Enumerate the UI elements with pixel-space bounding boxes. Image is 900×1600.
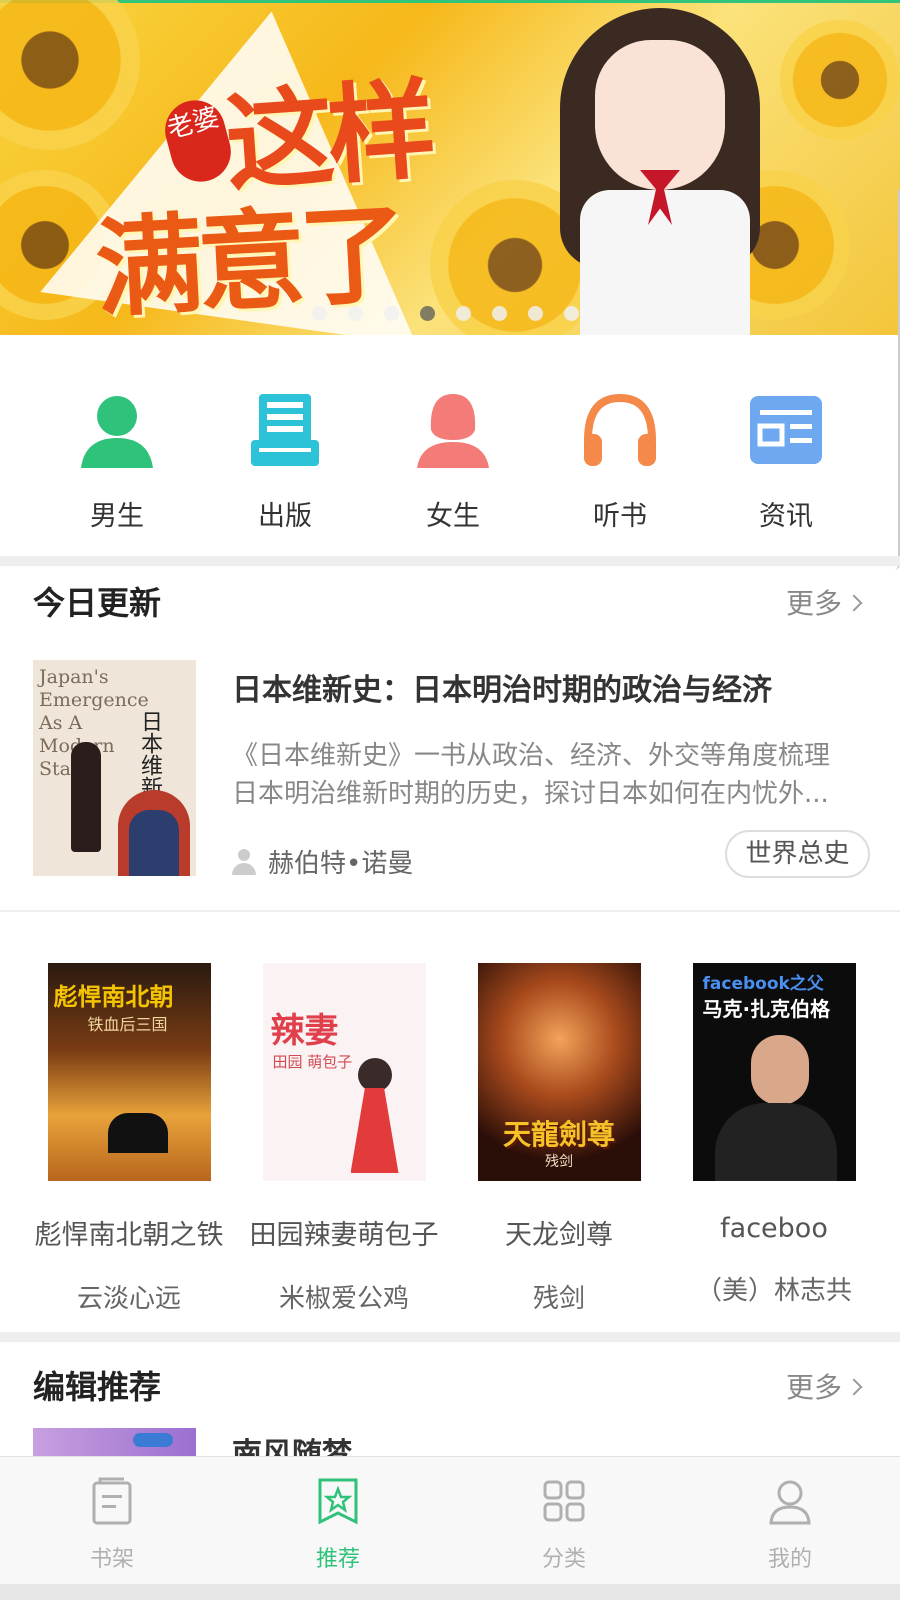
headphones-icon — [580, 390, 660, 470]
book-card[interactable]: facebook之父 马克·扎克伯格 faceboo （美）林志共 — [667, 963, 881, 1307]
editor-more-link[interactable]: 更多 — [785, 1366, 863, 1406]
section-title-today: 今日更新 — [33, 584, 162, 622]
bottom-tab-bar: 书架 推荐 分类 我的 — [0, 1456, 900, 1584]
female-user-icon — [413, 390, 493, 470]
book-card[interactable]: 天龍劍尊 残剑 天龙剑尊 残剑 — [452, 963, 666, 1315]
promo-banner[interactable]: 老婆 这样 满意了 — [0, 0, 900, 335]
book-title: 彪悍南北朝之铁 — [34, 1220, 224, 1251]
profile-icon — [768, 1477, 812, 1525]
book-title: faceboo — [720, 1213, 828, 1244]
cover-portrait-face — [750, 1035, 809, 1105]
cover-figure — [129, 810, 179, 876]
category-label: 资讯 — [759, 501, 813, 532]
category-label: 听书 — [593, 501, 647, 532]
category-label: 出版 — [258, 501, 312, 532]
tab-label: 分类 — [541, 1547, 586, 1572]
book-author: （美）林志共 — [695, 1276, 852, 1306]
author-icon — [232, 848, 256, 875]
cover-subtitle-text: 残剑 — [545, 1154, 573, 1170]
more-label: 更多 — [785, 587, 842, 620]
cover-title-text: facebook之父 — [702, 974, 824, 994]
sunflower-decoration — [780, 20, 900, 140]
cover-character-dress — [350, 1088, 399, 1173]
book-card[interactable]: 彪悍南北朝 铁血后三国 彪悍南北朝之铁 云淡心远 — [22, 963, 236, 1315]
cover-subtitle-text: 铁血后三国 — [87, 1015, 168, 1034]
book-cover[interactable]: facebook之父 马克·扎克伯格 — [692, 963, 856, 1181]
cover-title-text: 彪悍南北朝 — [53, 983, 174, 1011]
cover-character-head — [357, 1058, 392, 1092]
featured-book-title[interactable]: 日本维新史：日本明治时期的政治与经济 — [232, 665, 772, 709]
cover-decoration — [133, 1433, 173, 1447]
male-user-icon — [77, 390, 157, 470]
description-line: 《日本维新史》一书从政治、经济、外交等角度梳理 — [232, 741, 831, 771]
category-news[interactable]: 资讯 — [716, 390, 856, 533]
description-line: 日本明治维新时期的历史，探讨日本如何在内忧外... — [232, 779, 829, 809]
banner-character-face — [595, 40, 725, 190]
book-title: 天龙剑尊 — [505, 1220, 613, 1251]
tab-recommend[interactable]: 推荐 — [278, 1477, 398, 1573]
more-label: 更多 — [785, 1371, 842, 1404]
book-cover[interactable]: 彪悍南北朝 铁血后三国 — [47, 963, 211, 1181]
category-female[interactable]: 女生 — [383, 390, 523, 533]
carousel-dot[interactable] — [564, 306, 579, 321]
editor-book-title[interactable]: 南风随梦 — [232, 1437, 352, 1457]
carousel-dot[interactable] — [456, 306, 471, 321]
carousel-dot[interactable] — [528, 306, 543, 321]
tab-bookshelf[interactable]: 书架 — [52, 1477, 172, 1573]
cover-title-text: 天龍劍尊 — [502, 1118, 615, 1151]
carousel-dot[interactable] — [312, 306, 327, 321]
chevron-right-icon — [845, 594, 863, 612]
bookshelf-icon — [90, 1477, 134, 1525]
today-more-link[interactable]: 更多 — [785, 582, 863, 622]
editor-book-cover[interactable] — [33, 1428, 196, 1458]
cover-title-text: 辣妻 — [270, 1011, 339, 1051]
cover-subtitle-text: 马克·扎克伯格 — [702, 997, 831, 1021]
section-separator — [0, 1332, 900, 1342]
tab-category[interactable]: 分类 — [504, 1477, 624, 1573]
featured-book-description: 《日本维新史》一书从政治、经济、外交等角度梳理 日本明治维新时期的历史，探讨日本… — [232, 737, 872, 813]
cover-portrait-body — [714, 1103, 837, 1181]
carousel-dot-active[interactable] — [420, 306, 435, 321]
featured-book-author: 赫伯特•诺曼 — [232, 843, 413, 880]
category-audiobook[interactable]: 听书 — [550, 390, 690, 533]
recommend-star-icon — [316, 1477, 360, 1525]
section-title-editor: 编辑推荐 — [33, 1368, 162, 1406]
carousel-dot[interactable] — [492, 306, 507, 321]
featured-book-cover[interactable]: Japan's Emergence As A Modern State 日本维新… — [33, 660, 196, 876]
genre-tag[interactable]: 世界总史 — [725, 830, 870, 878]
category-grid-icon — [542, 1477, 586, 1525]
section-separator — [0, 556, 900, 566]
cover-figure — [71, 742, 101, 852]
news-icon — [746, 390, 826, 470]
category-nav: 男生 出版 女生 听书 资讯 — [0, 390, 900, 550]
category-male[interactable]: 男生 — [47, 390, 187, 533]
book-card[interactable]: 辣妻 田园 萌包子 田园辣妻萌包子 米椒爱公鸡 — [237, 963, 451, 1315]
category-label: 女生 — [426, 501, 480, 532]
carousel-dots[interactable] — [312, 306, 579, 321]
cover-rider-silhouette — [107, 1113, 168, 1153]
book-cover[interactable]: 辣妻 田园 萌包子 — [262, 963, 426, 1181]
author-name: 赫伯特•诺曼 — [268, 849, 414, 879]
book-title: 田园辣妻萌包子 — [249, 1220, 439, 1251]
carousel-dot[interactable] — [384, 306, 399, 321]
book-author: 云淡心远 — [76, 1284, 181, 1314]
book-publish-icon — [245, 390, 325, 470]
tab-label: 推荐 — [315, 1547, 360, 1572]
tab-label: 书架 — [89, 1547, 134, 1572]
carousel-dot[interactable] — [348, 306, 363, 321]
book-cover[interactable]: 天龍劍尊 残剑 — [477, 963, 641, 1181]
book-author: 米椒爱公鸡 — [278, 1284, 409, 1314]
system-bottom-strip — [0, 1584, 900, 1600]
book-author: 残剑 — [532, 1284, 585, 1314]
divider — [0, 910, 900, 912]
category-label: 男生 — [90, 501, 144, 532]
cover-subtitle-text: 田园 萌包子 — [272, 1053, 353, 1071]
chevron-right-icon — [845, 1378, 863, 1396]
tab-profile[interactable]: 我的 — [730, 1477, 850, 1573]
tab-label: 我的 — [767, 1547, 812, 1572]
category-publish[interactable]: 出版 — [215, 390, 355, 533]
